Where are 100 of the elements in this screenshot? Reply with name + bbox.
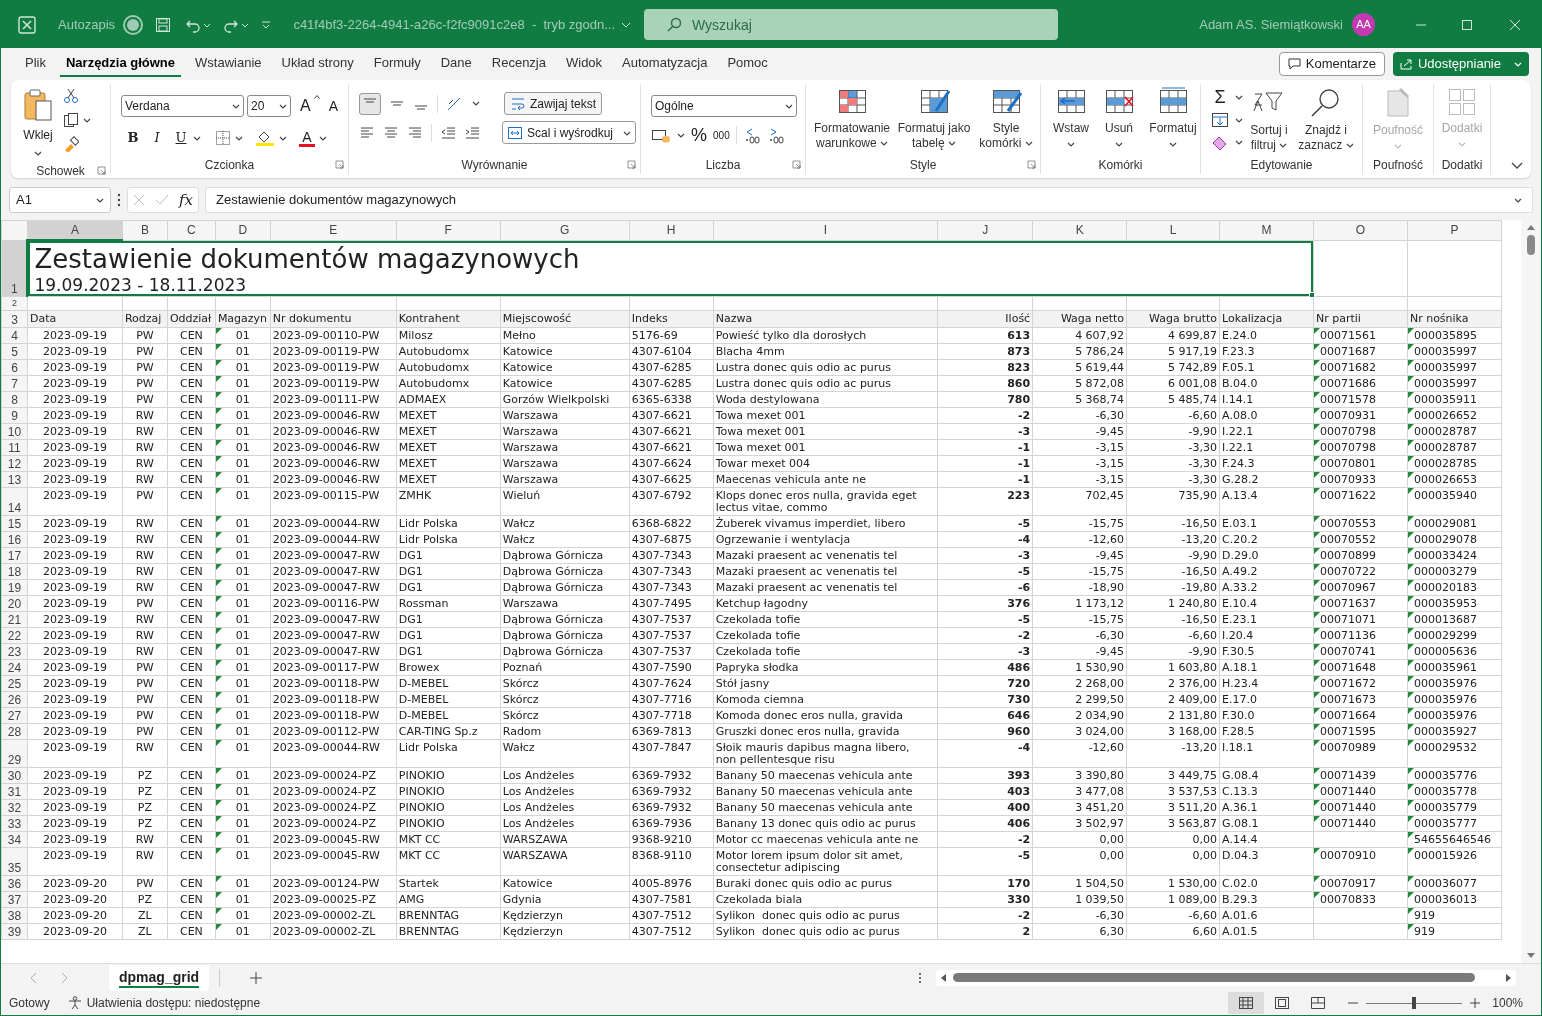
paste-button[interactable]: Wklej xyxy=(23,88,53,162)
error-indicator-icon[interactable] xyxy=(1314,628,1320,634)
error-indicator-icon[interactable] xyxy=(1314,548,1320,554)
ribbon-tab[interactable]: Widok xyxy=(560,51,609,77)
error-indicator-icon[interactable] xyxy=(1314,488,1320,494)
accessibility-status[interactable]: Ułatwienia dostępu: niedostępne xyxy=(67,994,261,1012)
error-indicator-icon[interactable] xyxy=(1314,784,1320,790)
error-indicator-icon[interactable] xyxy=(1407,532,1414,538)
error-indicator-icon[interactable] xyxy=(1314,724,1320,730)
currency-format-icon[interactable] xyxy=(651,127,671,143)
error-indicator-icon[interactable] xyxy=(215,660,222,666)
ribbon-tab[interactable]: Dane xyxy=(434,51,478,77)
error-indicator-icon[interactable] xyxy=(215,360,222,366)
comma-style-button[interactable]: 000 xyxy=(713,127,730,143)
align-left-icon[interactable] xyxy=(359,124,375,141)
column-letter[interactable]: H xyxy=(629,220,714,240)
find-and-select-button[interactable]: Znajdź i zaznacz xyxy=(1295,84,1357,156)
error-indicator-icon[interactable] xyxy=(215,376,222,382)
comments-button[interactable]: Komentarze xyxy=(1278,52,1385,76)
error-indicator-icon[interactable] xyxy=(215,328,222,334)
error-indicator-icon[interactable] xyxy=(215,628,222,634)
ribbon-tab[interactable]: Automatyzacja xyxy=(616,51,714,77)
error-indicator-icon[interactable] xyxy=(215,424,222,430)
error-indicator-icon[interactable] xyxy=(1314,892,1320,898)
error-indicator-icon[interactable] xyxy=(1314,376,1320,382)
vertical-scrollbar[interactable] xyxy=(1521,220,1541,963)
error-indicator-icon[interactable] xyxy=(215,408,222,414)
sheet-tab[interactable]: dpmag_grid xyxy=(109,964,210,991)
column-letter[interactable]: L xyxy=(1126,220,1220,240)
error-indicator-icon[interactable] xyxy=(1314,328,1320,334)
error-indicator-icon[interactable] xyxy=(1314,596,1320,602)
name-box[interactable]: A1 xyxy=(9,187,111,213)
error-indicator-icon[interactable] xyxy=(215,456,222,462)
error-indicator-icon[interactable] xyxy=(1407,724,1414,730)
column-letter[interactable]: I xyxy=(713,220,938,240)
error-indicator-icon[interactable] xyxy=(1314,644,1320,650)
error-indicator-icon[interactable] xyxy=(1407,784,1414,790)
error-indicator-icon[interactable] xyxy=(1314,800,1320,806)
add-sheet-icon[interactable] xyxy=(250,971,263,984)
copy-icon[interactable] xyxy=(63,112,79,128)
autosave-toggle[interactable] xyxy=(123,14,144,35)
error-indicator-icon[interactable] xyxy=(1314,676,1320,682)
error-indicator-icon[interactable] xyxy=(1407,392,1414,398)
error-indicator-icon[interactable] xyxy=(1314,876,1320,882)
conditional-formatting-button[interactable]: Formatowanie warunkowe xyxy=(810,84,894,156)
error-indicator-icon[interactable] xyxy=(1407,644,1414,650)
error-indicator-icon[interactable] xyxy=(1407,328,1414,334)
zoom-in-icon[interactable] xyxy=(1470,998,1481,1008)
row-header[interactable]: 1 xyxy=(1,240,28,296)
column-letter[interactable]: E xyxy=(270,220,397,240)
ribbon-tab[interactable]: Pomoc xyxy=(721,51,774,77)
format-painter-icon[interactable] xyxy=(63,136,79,152)
error-indicator-icon[interactable] xyxy=(1407,488,1414,494)
error-indicator-icon[interactable] xyxy=(215,892,222,898)
error-indicator-icon[interactable] xyxy=(215,740,222,746)
user-avatar[interactable]: AA xyxy=(1352,13,1375,36)
error-indicator-icon[interactable] xyxy=(1407,848,1414,854)
column-letter[interactable]: O xyxy=(1313,220,1408,240)
error-indicator-icon[interactable] xyxy=(1407,564,1414,570)
error-indicator-icon[interactable] xyxy=(215,548,222,554)
column-letter[interactable]: G xyxy=(500,220,630,240)
align-center-icon[interactable] xyxy=(383,124,399,141)
error-indicator-icon[interactable] xyxy=(1407,676,1414,682)
error-indicator-icon[interactable] xyxy=(1407,628,1414,634)
more-options-icon[interactable] xyxy=(117,193,121,207)
error-indicator-icon[interactable] xyxy=(215,676,222,682)
column-letter[interactable]: A xyxy=(27,220,123,240)
error-indicator-icon[interactable] xyxy=(1407,876,1414,882)
error-indicator-icon[interactable] xyxy=(1407,816,1414,822)
percent-style-button[interactable]: % xyxy=(691,126,707,144)
ribbon-tab[interactable]: Narzędzia główne xyxy=(59,51,182,77)
customize-toolbar-icon[interactable] xyxy=(261,19,272,30)
error-indicator-icon[interactable] xyxy=(215,816,222,822)
error-indicator-icon[interactable] xyxy=(1407,800,1414,806)
error-indicator-icon[interactable] xyxy=(215,908,222,914)
formula-input[interactable]: Zestawienie dokumentów magazynowych xyxy=(205,187,1533,213)
error-indicator-icon[interactable] xyxy=(1407,908,1414,914)
error-indicator-icon[interactable] xyxy=(1314,424,1320,430)
error-indicator-icon[interactable] xyxy=(215,644,222,650)
error-indicator-icon[interactable] xyxy=(1407,344,1414,350)
scroll-thumb[interactable] xyxy=(1527,235,1535,255)
error-indicator-icon[interactable] xyxy=(215,708,222,714)
error-indicator-icon[interactable] xyxy=(215,344,222,350)
wrap-text-button[interactable]: Zawijaj tekst xyxy=(504,92,603,115)
maximize-icon[interactable] xyxy=(1461,18,1473,31)
error-indicator-icon[interactable] xyxy=(1314,344,1320,350)
column-letter[interactable]: D xyxy=(215,220,271,240)
error-indicator-icon[interactable] xyxy=(1407,740,1414,746)
decrease-font-size-button[interactable]: A xyxy=(328,99,338,113)
error-indicator-icon[interactable] xyxy=(215,516,222,522)
column-letter[interactable]: B xyxy=(122,220,168,240)
error-indicator-icon[interactable] xyxy=(215,612,222,618)
error-indicator-icon[interactable] xyxy=(1407,580,1414,586)
ribbon-tab[interactable]: Plik xyxy=(19,51,52,77)
error-indicator-icon[interactable] xyxy=(1407,768,1414,774)
format-button[interactable]: Formatuj xyxy=(1145,84,1201,156)
error-indicator-icon[interactable] xyxy=(1314,360,1320,366)
format-as-table-button[interactable]: Formatuj jako tabelę xyxy=(894,84,974,156)
font-name-dropdown[interactable]: Verdana xyxy=(121,95,244,117)
error-indicator-icon[interactable] xyxy=(1407,516,1414,522)
